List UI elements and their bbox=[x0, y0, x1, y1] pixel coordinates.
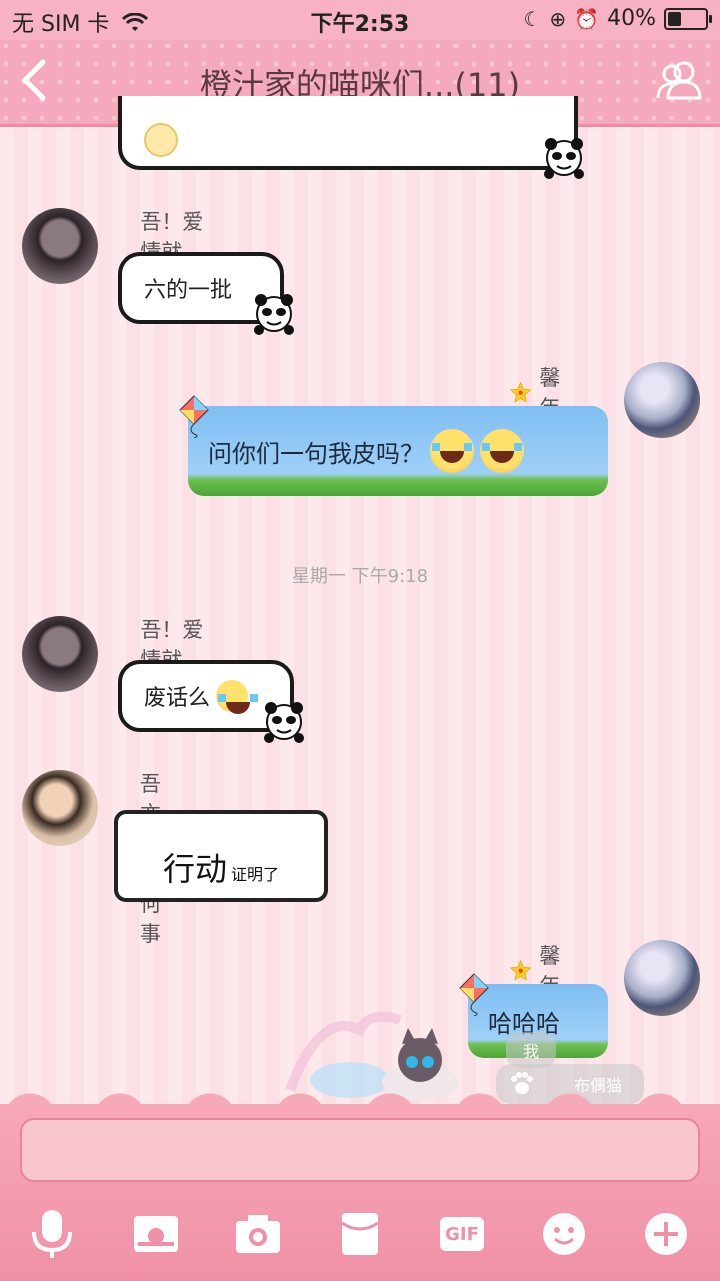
message-bubble[interactable]: 行动 证明了 bbox=[114, 810, 328, 902]
moon-icon: ☾ bbox=[523, 6, 542, 31]
laugh-cry-emoji-icon bbox=[216, 680, 259, 714]
emoji-icon bbox=[543, 1213, 585, 1255]
more-button[interactable] bbox=[640, 1208, 692, 1260]
image-button[interactable] bbox=[130, 1208, 182, 1260]
gif-label: GIF bbox=[445, 1223, 479, 1245]
red-packet-icon bbox=[341, 1213, 379, 1255]
message-text-main: 行动 bbox=[162, 850, 227, 888]
me-tag-label: 我 bbox=[522, 1042, 539, 1061]
battery-icon bbox=[664, 7, 712, 30]
rotation-lock-icon: ⊕ bbox=[549, 6, 567, 31]
input-toolbar: GIF bbox=[0, 1104, 720, 1281]
panda-icon bbox=[254, 294, 294, 335]
kite-icon bbox=[179, 395, 209, 438]
plus-icon bbox=[645, 1213, 687, 1255]
status-right: ☾ ⊕ ⏰ 40% bbox=[523, 6, 712, 31]
people-icon bbox=[656, 61, 702, 100]
star-badge-icon bbox=[510, 959, 532, 981]
message-bubble-partial[interactable] bbox=[118, 96, 578, 170]
camera-button[interactable] bbox=[232, 1208, 284, 1260]
emoji-button[interactable] bbox=[538, 1208, 590, 1260]
avatar[interactable] bbox=[22, 770, 98, 846]
avatar[interactable] bbox=[22, 208, 98, 284]
battery-percent: 40% bbox=[607, 6, 656, 31]
avatar[interactable] bbox=[22, 616, 98, 692]
avatar[interactable] bbox=[624, 362, 700, 438]
gif-icon: GIF bbox=[440, 1217, 484, 1251]
message-text: 废话么 bbox=[144, 686, 211, 711]
panda-icon bbox=[544, 138, 584, 179]
mic-icon bbox=[32, 1210, 72, 1258]
voice-button[interactable] bbox=[26, 1208, 78, 1260]
timestamp: 星期一 下午9:18 bbox=[291, 566, 429, 587]
image-icon bbox=[134, 1216, 178, 1252]
me-tag[interactable]: 我 bbox=[506, 1032, 556, 1068]
red-packet-button[interactable] bbox=[334, 1208, 386, 1260]
laugh-cry-emoji-icon bbox=[430, 429, 474, 473]
gif-button[interactable]: GIF bbox=[436, 1208, 488, 1260]
group-members-button[interactable] bbox=[654, 58, 704, 102]
message-text-small: 证明了 bbox=[231, 865, 280, 884]
laugh-cry-emoji-icon bbox=[480, 429, 524, 473]
emoji-face-icon bbox=[144, 123, 178, 157]
message-text: 问你们一句我皮吗？ bbox=[208, 439, 424, 468]
camera-icon bbox=[236, 1215, 280, 1253]
panda-icon bbox=[264, 702, 304, 743]
status-bar: 无 SIM 卡 下午2:53 ☾ ⊕ ⏰ 40% bbox=[0, 0, 720, 40]
message-input[interactable] bbox=[20, 1118, 700, 1182]
avatar[interactable] bbox=[624, 940, 700, 1016]
message-text: 六的一批 bbox=[144, 278, 233, 303]
star-badge-icon bbox=[510, 381, 532, 403]
message-bubble[interactable]: 问你们一句我皮吗？ bbox=[188, 406, 608, 496]
alarm-icon: ⏰ bbox=[574, 6, 600, 31]
